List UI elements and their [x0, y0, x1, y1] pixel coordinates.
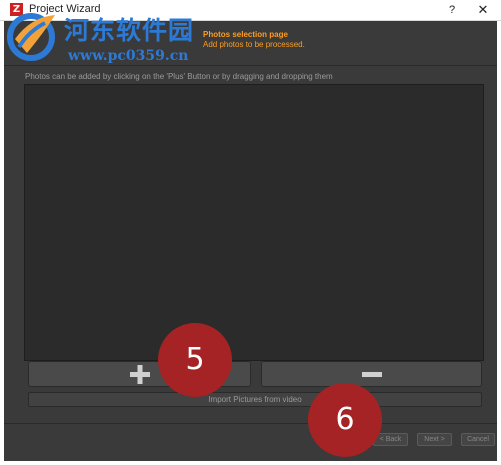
close-button[interactable]: ✕	[474, 1, 492, 19]
page-title: Photos selection page	[203, 30, 288, 39]
step-6-marker: 6	[308, 383, 382, 457]
step-5-marker: 5	[158, 323, 232, 397]
instructions-text: Photos can be added by clicking on the '…	[25, 72, 333, 81]
page-subtitle: Add photos to be processed.	[203, 40, 305, 49]
import-from-video-button[interactable]: Import Pictures from video	[28, 392, 482, 407]
watermark-text: 河东软件园	[64, 16, 195, 45]
next-button[interactable]: Next >	[417, 433, 452, 446]
watermark-logo-icon	[7, 13, 55, 61]
header-divider	[4, 65, 497, 66]
watermark-url: www.pc0359.cn	[68, 48, 189, 64]
minus-icon	[362, 372, 382, 377]
wizard-dialog: Photos selection page Add photos to be p…	[4, 21, 497, 461]
remove-photo-button[interactable]	[261, 361, 482, 387]
photo-drop-area[interactable]	[24, 84, 484, 361]
footer-divider	[4, 423, 497, 424]
page-header: Photos selection page Add photos to be p…	[203, 30, 305, 50]
help-button[interactable]: ?	[443, 1, 461, 19]
cancel-button[interactable]: Cancel	[461, 433, 495, 446]
